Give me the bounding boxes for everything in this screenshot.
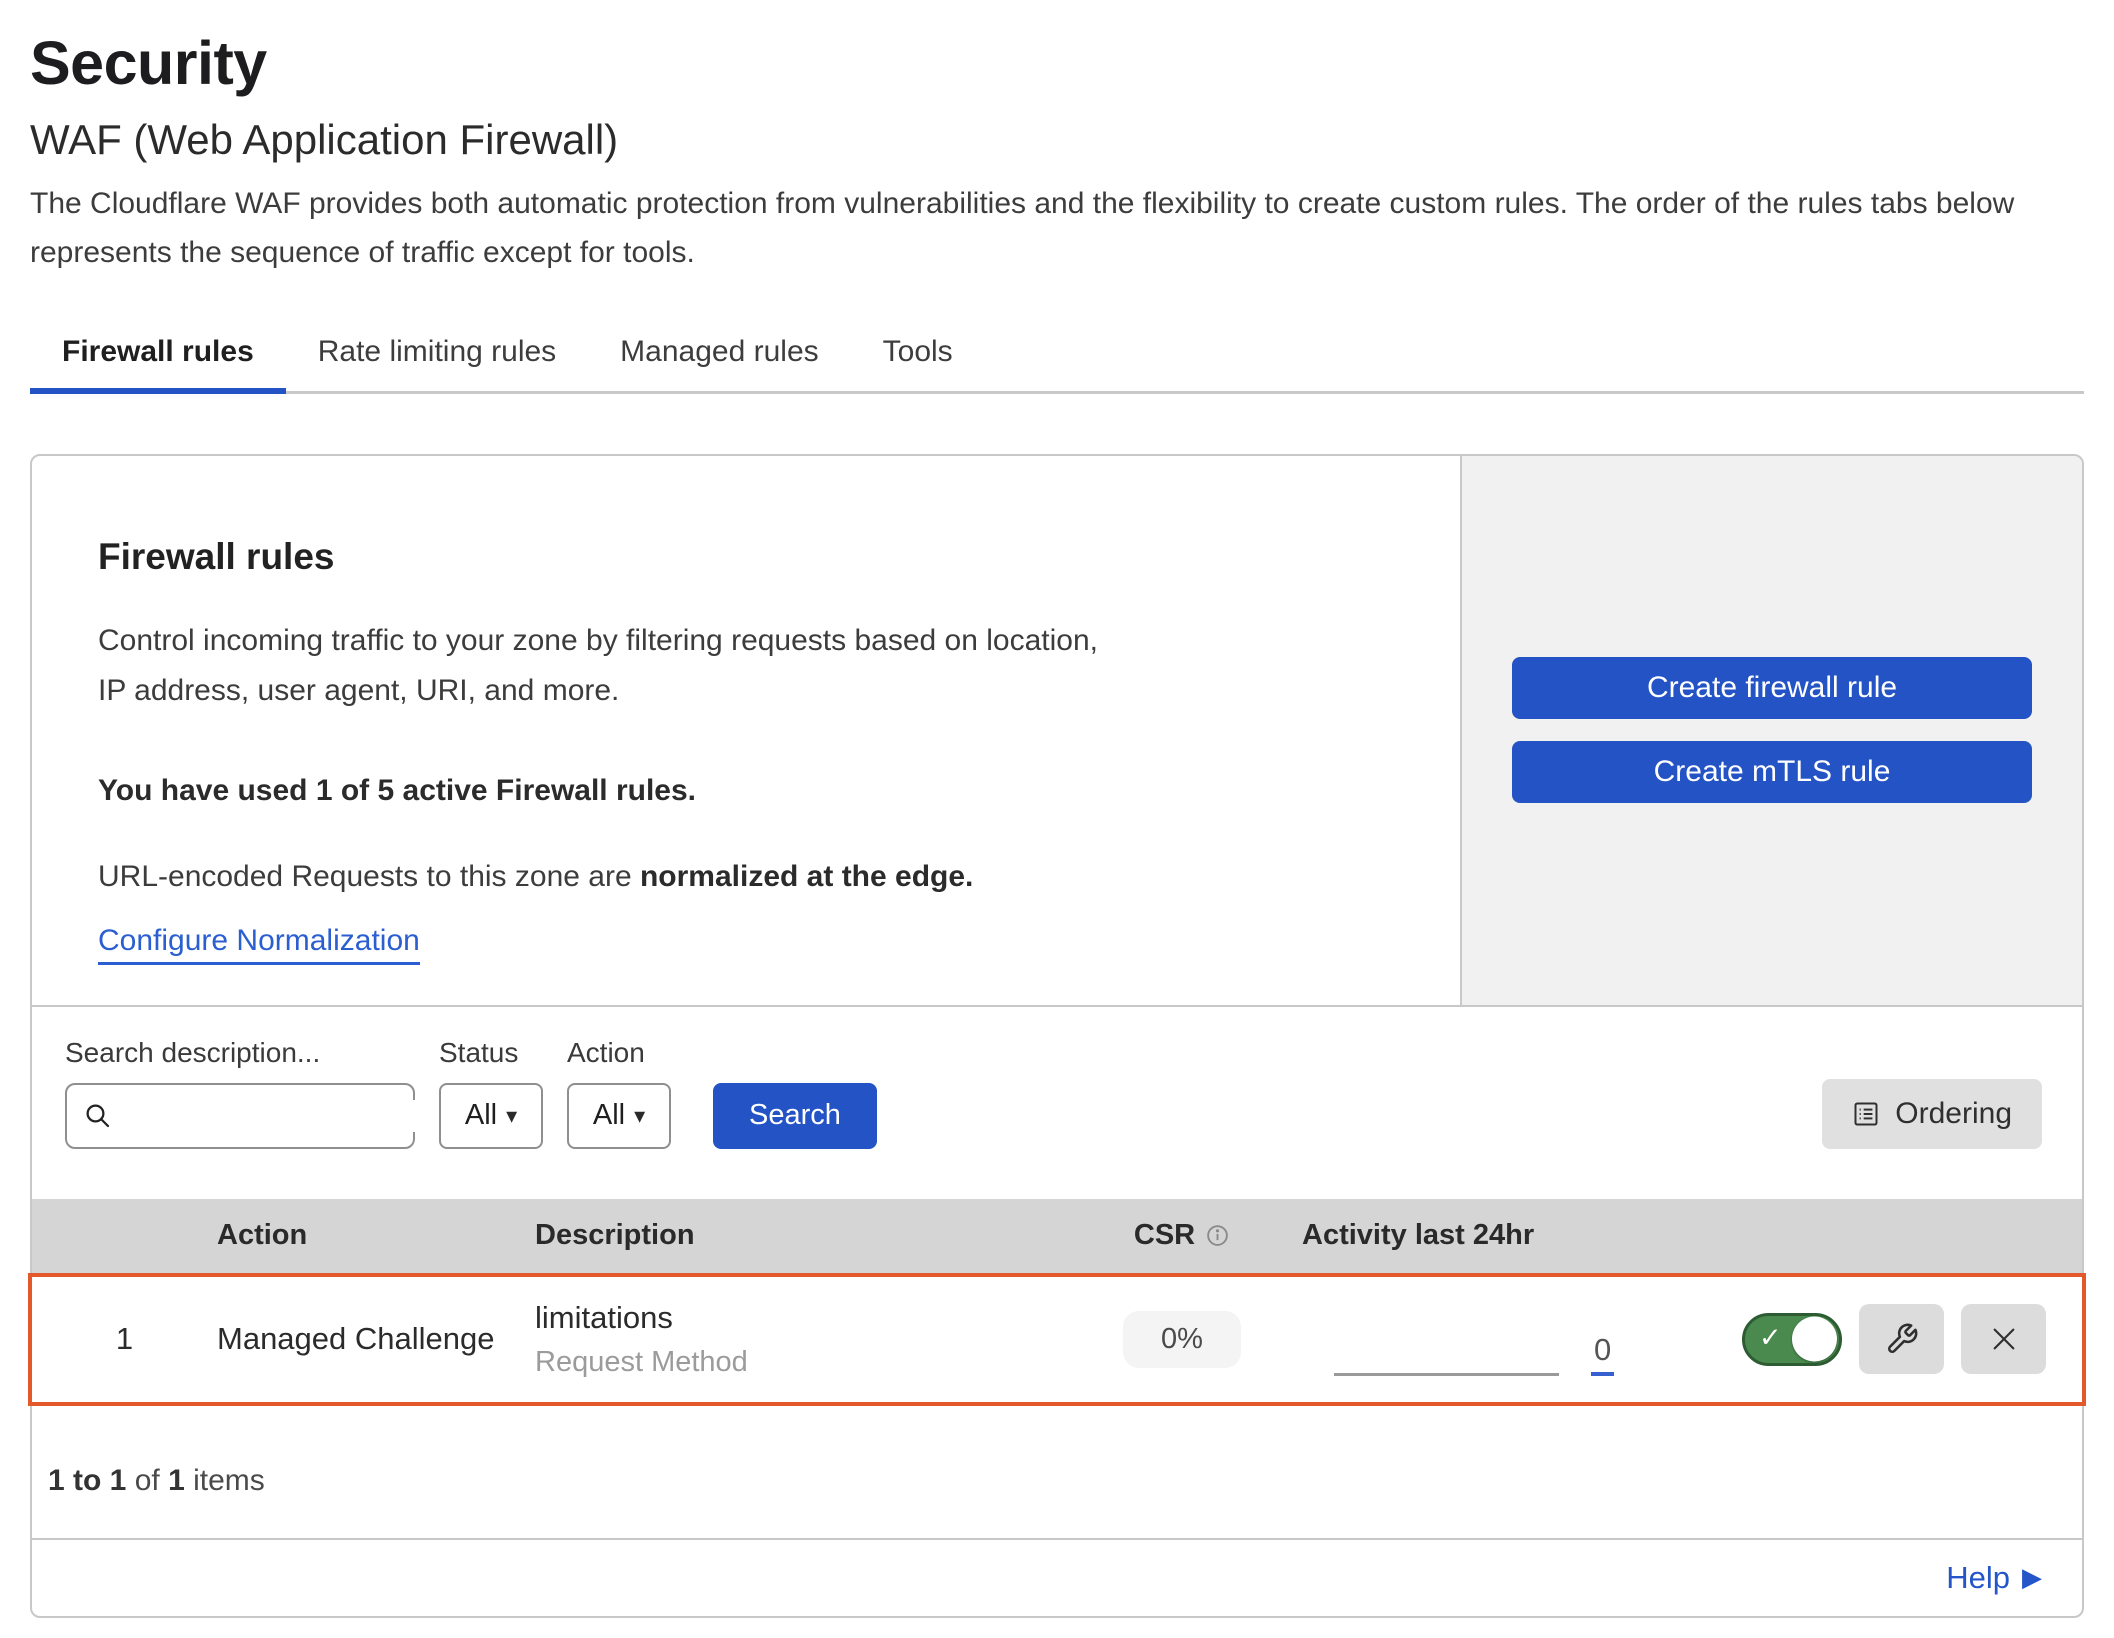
edit-rule-button[interactable]	[1859, 1304, 1944, 1374]
action-group: Action All ▾	[543, 1037, 671, 1149]
search-icon	[83, 1101, 113, 1131]
tab-managed-rules[interactable]: Managed rules	[588, 321, 850, 391]
table-row[interactable]: 1 Managed Challenge limitations Request …	[28, 1273, 2086, 1406]
toggle-knob	[1792, 1317, 1837, 1362]
action-label: Action	[567, 1037, 671, 1069]
info-icon[interactable]	[1205, 1223, 1230, 1248]
create-mtls-rule-button[interactable]: Create mTLS rule	[1512, 741, 2032, 803]
activity-cell: 0	[1302, 1277, 1742, 1402]
normalization-text: URL-encoded Requests to this zone are	[98, 860, 640, 893]
search-field	[65, 1083, 415, 1149]
actions-panel: Create firewall rule Create mTLS rule	[1460, 456, 2082, 1005]
firewall-rules-info: Firewall rules Control incoming traffic …	[32, 456, 1460, 1005]
close-icon	[1988, 1323, 2020, 1355]
help-link-label: Help	[1946, 1560, 2010, 1596]
waf-tabs: Firewall rules Rate limiting rules Manag…	[30, 321, 2084, 394]
help-row: Help ▶	[32, 1540, 2082, 1616]
pagination-summary: 1 to 1 of 1 items	[32, 1406, 2082, 1538]
firewall-rules-card: Firewall rules Control incoming traffic …	[30, 454, 2084, 1618]
rule-expression: Request Method	[535, 1346, 1062, 1379]
search-group: Search description...	[65, 1037, 415, 1149]
status-dropdown-value: All	[465, 1099, 497, 1132]
header-csr: CSR	[1134, 1219, 1230, 1252]
header-activity: Activity last 24hr	[1302, 1219, 1742, 1252]
waf-page: Security WAF (Web Application Firewall) …	[0, 0, 2114, 1618]
help-arrow-icon: ▶	[2022, 1562, 2042, 1593]
rule-controls: ✓	[1742, 1304, 2082, 1374]
page-title: Security	[30, 28, 2084, 98]
items-of-text: of	[126, 1464, 168, 1497]
usage-summary: You have used 1 of 5 active Firewall rul…	[98, 774, 1400, 808]
items-label: items	[185, 1464, 265, 1497]
rule-description: limitations	[535, 1300, 1062, 1336]
rule-enabled-toggle[interactable]: ✓	[1742, 1313, 1842, 1366]
table-header: Action Description CSR Activity last 24h…	[32, 1199, 2082, 1273]
check-icon: ✓	[1759, 1323, 1782, 1354]
tab-rate-limiting-rules[interactable]: Rate limiting rules	[286, 321, 588, 391]
tab-tools[interactable]: Tools	[851, 321, 985, 391]
rule-description-cell: limitations Request Method	[527, 1300, 1062, 1379]
items-total: 1	[168, 1464, 185, 1497]
status-dropdown[interactable]: All ▾	[439, 1083, 543, 1149]
card-description: Control incoming traffic to your zone by…	[98, 616, 1098, 716]
delete-rule-button[interactable]	[1961, 1304, 2046, 1374]
ordering-button[interactable]: Ordering	[1822, 1079, 2042, 1149]
activity-count-link[interactable]: 0	[1591, 1334, 1614, 1376]
activity-sparkline	[1334, 1373, 1559, 1376]
header-csr-label: CSR	[1134, 1219, 1195, 1252]
ordering-list-icon	[1852, 1100, 1880, 1128]
status-group: Status All ▾	[415, 1037, 543, 1149]
search-button[interactable]: Search	[713, 1083, 877, 1149]
status-label: Status	[439, 1037, 543, 1069]
action-dropdown[interactable]: All ▾	[567, 1083, 671, 1149]
items-range: 1 to 1	[48, 1464, 126, 1497]
card-heading: Firewall rules	[98, 536, 1400, 578]
search-label: Search description...	[65, 1037, 415, 1069]
caret-down-icon: ▾	[506, 1103, 517, 1129]
caret-down-icon: ▾	[634, 1103, 645, 1129]
csr-badge: 0%	[1123, 1311, 1241, 1368]
card-top-section: Firewall rules Control incoming traffic …	[32, 456, 2082, 1007]
action-dropdown-value: All	[593, 1099, 625, 1132]
create-firewall-rule-button[interactable]: Create firewall rule	[1512, 657, 2032, 719]
normalization-note: URL-encoded Requests to this zone are no…	[98, 860, 1400, 894]
header-description: Description	[527, 1219, 1062, 1252]
rule-action: Managed Challenge	[217, 1321, 527, 1357]
tab-firewall-rules[interactable]: Firewall rules	[30, 321, 286, 391]
rule-priority: 1	[32, 1321, 217, 1357]
page-subtitle: WAF (Web Application Firewall)	[30, 116, 2084, 164]
page-description: The Cloudflare WAF provides both automat…	[30, 180, 2082, 277]
header-action: Action	[217, 1219, 527, 1252]
ordering-button-label: Ordering	[1895, 1097, 2012, 1131]
help-link[interactable]: Help ▶	[1946, 1560, 2042, 1596]
normalization-bold: normalized at the edge.	[640, 860, 973, 893]
filter-bar: Search description... Status All ▾	[32, 1007, 2082, 1199]
configure-normalization-link[interactable]: Configure Normalization	[98, 924, 420, 965]
wrench-icon	[1885, 1322, 1919, 1356]
